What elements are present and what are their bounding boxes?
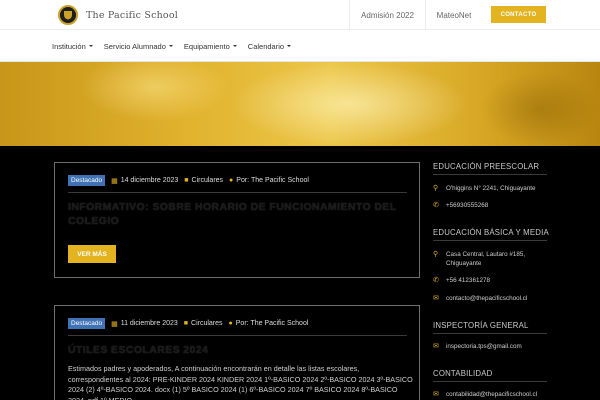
caret-down-icon (287, 45, 292, 47)
basica-heading: EDUCACIÓN BÁSICA Y MEDIA (433, 228, 549, 237)
contacto-button[interactable]: CONTACTO (491, 6, 546, 23)
email-text: contabilidad@thepacificschool.cl (446, 391, 538, 398)
preescolar-address: ⚲ O'higgins N° 2241, Chiguayante (433, 184, 536, 193)
nav-label: Equipamiento (183, 41, 230, 51)
site-header: The Pacific School Admisión 2022 MateoNe… (0, 0, 600, 62)
address-text: O'higgins N° 2241, Chiguayante (446, 185, 536, 192)
site-logo[interactable]: The Pacific School (58, 3, 178, 27)
preescolar-heading: EDUCACIÓN PREESCOLAR (433, 162, 540, 171)
meta-divider (68, 335, 407, 336)
nav-label: Servicio Alumnado (103, 41, 166, 51)
post-title[interactable]: ÚTILES ESCOLARES 2024 (68, 343, 408, 357)
envelope-icon: ✉ (433, 295, 439, 302)
contabilidad-heading: CONTABILIDAD (433, 369, 493, 378)
hero-shadow (480, 72, 600, 146)
post-meta: Destacado ▦ 11 diciembre 2023 ■ Circular… (68, 318, 308, 329)
address-line: Casa Central, Lautaro #185, (446, 251, 526, 258)
school-crest-icon (58, 5, 78, 25)
calendar-icon: ▦ (111, 177, 118, 185)
nav-item-equipamiento[interactable]: Equipamiento (184, 42, 237, 51)
inspectoria-heading: INSPECTORÍA GENERAL (433, 321, 529, 330)
user-icon: ● (229, 177, 234, 184)
post-meta: Destacado ▦ 14 diciembre 2023 ■ Circular… (68, 175, 309, 186)
post-author[interactable]: Por: The Pacific School (236, 177, 309, 184)
sidebar-divider (433, 333, 547, 334)
envelope-icon: ✉ (433, 391, 439, 398)
post-card: Destacado ▦ 11 diciembre 2023 ■ Circular… (54, 305, 420, 400)
phone-icon: ✆ (433, 277, 439, 284)
envelope-icon: ✉ (433, 343, 439, 350)
hero-highlight (80, 62, 230, 122)
calendar-icon: ▦ (111, 320, 118, 328)
nav-label: Institución (52, 41, 86, 51)
contabilidad-email[interactable]: ✉ contabilidad@thepacificschool.cl (433, 390, 537, 399)
nav-item-servicio-alumnado[interactable]: Servicio Alumnado (104, 42, 173, 51)
caret-down-icon (88, 45, 93, 47)
nav-item-institucion[interactable]: Institución (52, 42, 93, 51)
phone-text: +56 412361278 (446, 277, 490, 284)
hero-banner (0, 62, 600, 146)
post-date: 14 diciembre 2023 (120, 177, 179, 184)
basica-email[interactable]: ✉ contacto@thepacificschool.cl (433, 294, 527, 303)
phone-icon: ✆ (433, 202, 439, 209)
hero-highlight (230, 62, 470, 146)
sidebar-divider (433, 240, 547, 241)
user-icon: ● (228, 320, 233, 327)
map-pin-icon: ⚲ (433, 185, 439, 192)
address-line: Chiguayante (446, 260, 482, 267)
main-nav: Institución Servicio Alumnado Equipamien… (52, 30, 292, 62)
nav-item-calendario[interactable]: Calendario (247, 41, 292, 51)
post-date: 11 diciembre 2023 (120, 320, 178, 327)
post-card: Destacado ▦ 14 diciembre 2023 ■ Circular… (54, 162, 420, 278)
email-text: contacto@thepacificschool.cl (446, 295, 528, 302)
caret-down-icon (168, 45, 173, 47)
basica-phone[interactable]: ✆ +56 412361278 (433, 276, 490, 285)
featured-badge[interactable]: Destacado (68, 175, 106, 186)
preescolar-phone[interactable]: ✆ +56930555268 (433, 201, 488, 210)
sidebar-divider (433, 174, 547, 175)
featured-badge[interactable]: Destacado (68, 318, 106, 329)
caret-down-icon (232, 45, 237, 47)
inspectoria-email[interactable]: ✉ inspectoria.tps@gmail.com (433, 342, 522, 351)
post-title[interactable]: INFORMATIVO: SOBRE HORARIO DE FUNCIONAMI… (68, 200, 408, 228)
ver-mas-button[interactable]: VER MÁS (68, 245, 116, 263)
map-pin-icon: ⚲ (433, 251, 439, 258)
logo-text: The Pacific School (86, 9, 179, 21)
nav-label: Calendario (247, 41, 285, 51)
basica-address: ⚲ Casa Central, Lautaro #185, Chiguayant… (433, 250, 525, 268)
folder-icon: ■ (184, 177, 189, 184)
folder-icon: ■ (183, 320, 189, 327)
sidebar-divider (433, 381, 547, 382)
phone-text: +56930555268 (446, 202, 489, 209)
admision-link[interactable]: Admisión 2022 (349, 0, 425, 30)
address-text: Casa Central, Lautaro #185, Chiguayante (446, 250, 525, 268)
email-text: inspectoria.tps@gmail.com (446, 343, 522, 350)
post-excerpt: Estimados padres y apoderados, A continu… (68, 364, 413, 400)
post-category[interactable]: Circulares (191, 320, 223, 327)
mateonet-link[interactable]: MateoNet (425, 0, 482, 30)
top-bar: The Pacific School Admisión 2022 MateoNe… (0, 0, 600, 30)
meta-divider (68, 192, 407, 193)
post-author[interactable]: Por: The Pacific School (236, 320, 309, 327)
post-category[interactable]: Circulares (192, 177, 224, 184)
